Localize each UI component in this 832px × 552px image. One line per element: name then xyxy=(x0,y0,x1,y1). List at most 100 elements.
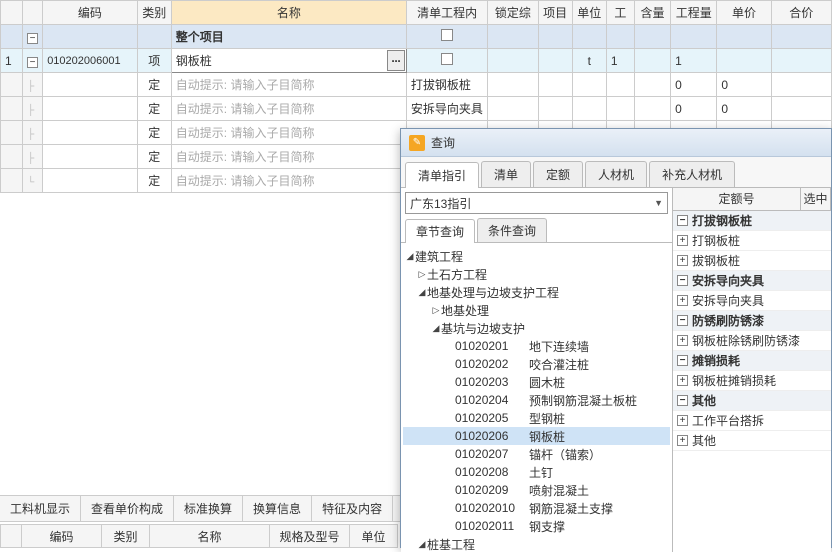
tree-code: 010202011 xyxy=(455,519,529,533)
triangle-icon: ◢ xyxy=(405,251,415,262)
checkbox[interactable] xyxy=(441,29,453,41)
tree-node[interactable]: ◢地基处理与边坡支护工程 xyxy=(403,283,670,301)
tab-price[interactable]: 查看单价构成 xyxy=(81,496,174,521)
tree-label: 锚杆（锚索） xyxy=(529,446,601,463)
category-header[interactable]: −其他 xyxy=(673,391,831,411)
tab-chapter[interactable]: 章节查询 xyxy=(405,219,475,243)
tab-convert-info[interactable]: 换算信息 xyxy=(243,496,312,521)
bottom-grid-header: 编码 类别 名称 规格及型号 单位 xyxy=(0,524,400,548)
category-item[interactable]: +拔钢板桩 xyxy=(673,251,831,271)
tree-node[interactable]: 01020202咬合灌注桩 xyxy=(403,355,670,373)
tree-label: 土石方工程 xyxy=(427,266,487,283)
checkbox[interactable] xyxy=(441,53,453,65)
tab-rcj[interactable]: 人材机 xyxy=(585,161,647,187)
category-header[interactable]: −打拔钢板桩 xyxy=(673,211,831,231)
tab-convert[interactable]: 标准换算 xyxy=(174,496,243,521)
col-select[interactable]: 选中 xyxy=(801,188,831,210)
tree-label: 地下连续墙 xyxy=(529,338,589,355)
tab-quota[interactable]: 定额 xyxy=(533,161,583,187)
category-header[interactable]: −摊销损耗 xyxy=(673,351,831,371)
tree-label: 型钢桩 xyxy=(529,410,565,427)
tree-node[interactable]: 01020205型钢桩 xyxy=(403,409,670,427)
search-icon: ✎ xyxy=(409,135,425,151)
minus-icon[interactable]: − xyxy=(677,215,688,226)
tree-code: 01020201 xyxy=(455,339,529,353)
tree-node[interactable]: 01020204预制钢筋混凝土板桩 xyxy=(403,391,670,409)
bottom-tabs: 工料机显示 查看单价构成 标准换算 换算信息 特征及内容 xyxy=(0,495,400,522)
tree-node[interactable]: 01020201地下连续墙 xyxy=(403,337,670,355)
plus-icon[interactable]: + xyxy=(677,295,688,306)
right-pane: 定额号 选中 −打拔钢板桩+打钢板桩+拔钢板桩−安拆导向夹具+安拆导向夹具−防锈… xyxy=(673,188,831,552)
dialog-tabs: 清单指引 清单 定额 人材机 补充人材机 xyxy=(401,157,831,188)
tab-list-guide[interactable]: 清单指引 xyxy=(405,162,479,188)
chapter-tree: ◢建筑工程▷土石方工程◢地基处理与边坡支护工程▷地基处理◢基坑与边坡支护0102… xyxy=(401,243,672,552)
collapse-icon[interactable]: − xyxy=(27,33,38,44)
col-name[interactable]: 名称 xyxy=(171,1,406,25)
ellipsis-button[interactable]: ··· xyxy=(387,50,405,71)
guide-combo[interactable]: 广东13指引 ▼ xyxy=(405,192,668,214)
sub-row[interactable]: ├ 定 自动提示: 请输入子目简称 安拆导向夹具 0 0 xyxy=(1,97,832,121)
col-quota-no[interactable]: 定额号 xyxy=(673,188,801,210)
tree-node[interactable]: ◢桩基工程 xyxy=(403,535,670,552)
item-row[interactable]: 1 − 010202006001 项 钢板桩··· t 1 1 xyxy=(1,49,832,73)
minus-icon[interactable]: − xyxy=(677,275,688,286)
minus-icon[interactable]: − xyxy=(677,315,688,326)
tab-material[interactable]: 工料机显示 xyxy=(0,496,81,521)
project-row[interactable]: − 整个项目 xyxy=(1,25,832,49)
plus-icon[interactable]: + xyxy=(677,335,688,346)
tree-label: 喷射混凝土 xyxy=(529,482,589,499)
triangle-icon: ◢ xyxy=(417,287,427,298)
left-pane: 广东13指引 ▼ 章节查询 条件查询 ◢建筑工程▷土石方工程◢地基处理与边坡支护… xyxy=(401,188,673,552)
tree-node[interactable]: 010202011钢支撑 xyxy=(403,517,670,535)
tree-node[interactable]: ▷地基处理 xyxy=(403,301,670,319)
tree-label: 圆木桩 xyxy=(529,374,565,391)
category-header[interactable]: −防锈刷防锈漆 xyxy=(673,311,831,331)
tree-node[interactable]: ◢建筑工程 xyxy=(403,247,670,265)
tree-node[interactable]: 01020207锚杆（锚索） xyxy=(403,445,670,463)
tree-label: 钢支撑 xyxy=(529,518,565,535)
category-item[interactable]: +其他 xyxy=(673,431,831,451)
tab-condition[interactable]: 条件查询 xyxy=(477,218,547,242)
col-code[interactable]: 编码 xyxy=(43,1,137,25)
plus-icon[interactable]: + xyxy=(677,415,688,426)
tree-code: 01020203 xyxy=(455,375,529,389)
tree-node[interactable]: 01020208土钉 xyxy=(403,463,670,481)
tree-label: 地基处理 xyxy=(441,302,489,319)
tree-node[interactable]: 010202010钢筋混凝土支撑 xyxy=(403,499,670,517)
tree-label: 桩基工程 xyxy=(427,536,475,552)
tab-list[interactable]: 清单 xyxy=(481,161,531,187)
category-item[interactable]: +工作平台搭拆 xyxy=(673,411,831,431)
triangle-icon: ▷ xyxy=(417,269,427,280)
plus-icon[interactable]: + xyxy=(677,435,688,446)
tree-node[interactable]: 01020206钢板桩 xyxy=(403,427,670,445)
tree-code: 010202010 xyxy=(455,501,529,515)
collapse-icon[interactable]: − xyxy=(27,57,38,68)
tree-label: 土钉 xyxy=(529,464,553,481)
tab-feature[interactable]: 特征及内容 xyxy=(312,496,393,521)
tree-node[interactable]: 01020209喷射混凝土 xyxy=(403,481,670,499)
plus-icon[interactable]: + xyxy=(677,375,688,386)
tree-label: 地基处理与边坡支护工程 xyxy=(427,284,559,301)
tree-node[interactable]: 01020203圆木桩 xyxy=(403,373,670,391)
category-item[interactable]: +钢板桩摊销损耗 xyxy=(673,371,831,391)
tree-label: 基坑与边坡支护 xyxy=(441,320,525,337)
minus-icon[interactable]: − xyxy=(677,355,688,366)
plus-icon[interactable]: + xyxy=(677,235,688,246)
category-header[interactable]: −安拆导向夹具 xyxy=(673,271,831,291)
tree-label: 钢板桩 xyxy=(529,428,565,445)
sub-row[interactable]: ├ 定 自动提示: 请输入子目简称 打拔钢板桩 0 0 xyxy=(1,73,832,97)
tree-node[interactable]: ▷土石方工程 xyxy=(403,265,670,283)
plus-icon[interactable]: + xyxy=(677,255,688,266)
tree-code: 01020209 xyxy=(455,483,529,497)
col-cat[interactable]: 类别 xyxy=(137,1,171,25)
query-dialog: ✎ 查询 清单指引 清单 定额 人材机 补充人材机 广东13指引 ▼ 章节查询 … xyxy=(400,128,832,548)
triangle-icon: ◢ xyxy=(431,323,441,334)
minus-icon[interactable]: − xyxy=(677,395,688,406)
category-item[interactable]: +钢板桩除锈刷防锈漆 xyxy=(673,331,831,351)
category-item[interactable]: +安拆导向夹具 xyxy=(673,291,831,311)
tree-node[interactable]: ◢基坑与边坡支护 xyxy=(403,319,670,337)
tab-rcj-extra[interactable]: 补充人材机 xyxy=(649,161,735,187)
tree-label: 钢筋混凝土支撑 xyxy=(529,500,613,517)
dialog-titlebar[interactable]: ✎ 查询 xyxy=(401,129,831,157)
category-item[interactable]: +打钢板桩 xyxy=(673,231,831,251)
